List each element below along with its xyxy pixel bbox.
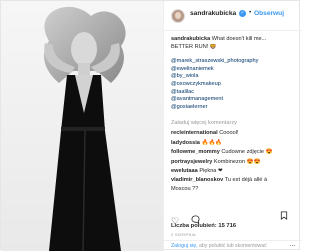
verified-badge-icon: ✓ (239, 10, 246, 17)
caption-tag[interactable]: @osowczykmakeup (171, 81, 295, 89)
caption-tag[interactable]: @marek_straszewski_photography (171, 58, 295, 66)
caption-tag[interactable]: @gosiaelerner (171, 104, 295, 112)
comment-username[interactable]: ewelutaaa (171, 168, 198, 174)
login-link[interactable]: Zaloguj się, (171, 243, 198, 249)
caption-tag[interactable]: @avantmanagement (171, 96, 295, 104)
caption-tag[interactable]: @by_wiola (171, 73, 295, 81)
post-date: 2 SIERPNIA (171, 232, 197, 237)
comment-text: 🔥🔥🔥 (201, 139, 223, 146)
post-header: sandrakubicka ✓ • Obserwuj (164, 1, 302, 31)
post-caption: sandrakubicka What doesn't kill me... BE… (171, 36, 295, 111)
comment-text: Tu est déjà allé à (224, 177, 268, 184)
likes-count[interactable]: Liczba polubień: 15 716 (171, 223, 236, 229)
post-actions: ♡ (171, 211, 295, 226)
header-username[interactable]: sandrakubicka (190, 10, 236, 17)
comment-username[interactable]: ladydossia (171, 140, 200, 146)
more-options-icon[interactable]: … (289, 241, 296, 248)
comment-item: recleinternational Cooool! (171, 129, 295, 138)
comment-item: ewelutaaa Piękna ❤ (171, 167, 295, 176)
instagram-post: sandrakubicka ✓ • Obserwuj sandrakubicka… (0, 0, 302, 251)
comment-item: vladimir_blanoskov Tu est déjà allé à (171, 176, 295, 185)
comment-username[interactable]: followme_mommy (171, 149, 220, 155)
comment-username[interactable]: recleinternational (171, 130, 218, 136)
comment-username[interactable]: vladimir_blanoskov (171, 177, 223, 183)
login-prompt: Zaloguj się, aby polubić lub skomentować (171, 243, 267, 249)
comment-text: Piękna ❤ (199, 167, 223, 174)
follow-button[interactable]: Obserwuj (254, 10, 284, 17)
comment-item: ladydossia 🔥🔥🔥 (171, 139, 295, 148)
caption-username[interactable]: sandrakubicka (171, 36, 210, 42)
header-separator: • (249, 9, 252, 16)
comment-text: Moscou ?? (171, 185, 199, 192)
load-more-comments-link[interactable]: Załaduj więcej komentarzy (171, 120, 295, 126)
comment-text: Cudowne zdjęcie 😍 (221, 149, 273, 156)
post-footer: Zaloguj się, aby polubić lub skomentować… (164, 240, 302, 251)
comment-text: Cooool! (219, 130, 239, 137)
login-prompt-text: aby polubić lub skomentować (198, 243, 267, 249)
post-photo-image (1, 1, 163, 251)
caption-line: sandrakubicka What doesn't kill me... (171, 36, 295, 44)
post-photo[interactable] (1, 1, 163, 251)
comment-continuation: Moscou ?? (171, 186, 295, 192)
caption-tag[interactable]: @ewelinaniemek (171, 66, 295, 74)
caption-text: What doesn't kill me... (211, 36, 267, 42)
bookmark-icon[interactable] (280, 211, 288, 222)
caption-tag[interactable]: @taalilac (171, 89, 295, 97)
caption-line-2: BETTER RUN! 🦁 (171, 43, 217, 50)
comments-section: sandrakubicka What doesn't kill me... BE… (164, 32, 302, 207)
comment-item: followme_mommy Cudowne zdjęcie 😍 (171, 148, 295, 157)
comment-item: portraysjewelry Kombinezon 😍😍 (171, 158, 295, 167)
post-side-panel: sandrakubicka ✓ • Obserwuj sandrakubicka… (163, 1, 302, 251)
comment-username[interactable]: portraysjewelry (171, 159, 212, 165)
avatar[interactable] (171, 9, 185, 23)
comment-text: Kombinezon 😍😍 (213, 158, 261, 165)
